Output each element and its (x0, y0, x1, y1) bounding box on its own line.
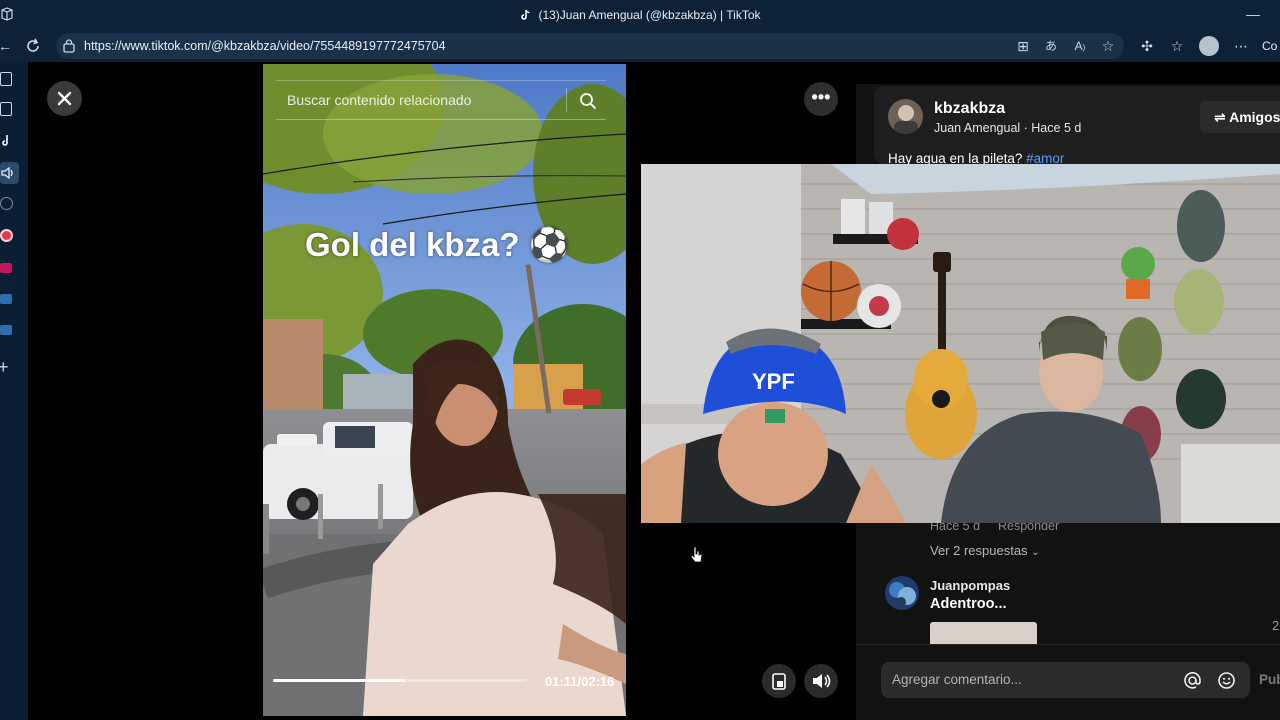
mouse-cursor (690, 546, 704, 564)
friends-button[interactable]: ⇌ Amigos (1200, 101, 1280, 133)
globe-icon[interactable] (0, 197, 13, 210)
comment-text: Adentroo... (930, 596, 1007, 612)
add-sidebar-app-icon[interactable]: + (0, 358, 9, 376)
author-name-date: Juan Amengual · Hace 5 d (934, 121, 1082, 135)
window-title-text: (13)Juan Amengual (@kbzakbza) | TikTok (538, 8, 761, 22)
view-replies-button[interactable]: Ver 2 respuestas ⌄ (930, 543, 1040, 558)
read-aloud-icon[interactable]: A) (1069, 33, 1091, 59)
favorites-icon[interactable]: ☆ (1166, 33, 1188, 59)
media-app-icon[interactable] (0, 263, 12, 273)
chevron-down-icon: ⌄ (1031, 547, 1040, 558)
sidebar-tiktok-icon[interactable] (0, 134, 12, 148)
extensions-icon[interactable]: ✣ (1136, 33, 1158, 59)
comment-like-count: 2 (1272, 618, 1280, 633)
more-menu-icon[interactable]: ⋯ (1230, 33, 1252, 59)
collections-icon[interactable] (0, 102, 12, 116)
video-progress-fill (273, 679, 406, 682)
pip-icon (772, 673, 786, 690)
volume-icon (813, 674, 831, 688)
site-info-icon[interactable] (62, 38, 76, 54)
video-progress-track[interactable] (273, 679, 527, 682)
search-divider (566, 88, 567, 112)
composer-divider (856, 644, 1280, 645)
mention-icon[interactable] (1183, 671, 1202, 690)
comment-input[interactable]: Agregar comentario... (892, 672, 1022, 687)
svg-text:YPF: YPF (752, 369, 795, 394)
video-time: 01:11/02:16 (545, 674, 615, 689)
back-icon[interactable]: ← (0, 33, 16, 59)
sidebar-active-audio-icon[interactable] (0, 162, 19, 184)
refresh-icon[interactable] (24, 37, 42, 55)
app-shortcut-icon[interactable] (0, 294, 12, 304)
video-frame (263, 64, 626, 716)
copilot-button[interactable]: Co (1262, 33, 1277, 59)
author-avatar[interactable] (888, 99, 923, 134)
favorite-star-icon[interactable]: ☆ (1097, 33, 1119, 59)
commenter-avatar[interactable] (885, 576, 919, 610)
video-caption-overlay: Gol del kbza? ⚽ (305, 226, 570, 263)
post-comment-button[interactable]: Pub (1259, 672, 1280, 687)
commenter-username[interactable]: Juanpompas (930, 578, 1010, 593)
author-username[interactable]: kbzakbza (934, 100, 1005, 118)
webcam-frame: YPF (641, 164, 1280, 523)
comment-image-thumbnail[interactable] (930, 622, 1037, 644)
close-video-button[interactable] (47, 81, 82, 116)
app-available-icon[interactable]: ⊞ (1012, 33, 1034, 59)
minimize-button[interactable]: — (1238, 4, 1268, 24)
profile-avatar-icon[interactable] (1199, 36, 1219, 56)
tab-actions-icon[interactable] (0, 72, 12, 86)
more-options-button[interactable]: ••• (804, 82, 838, 116)
translate-icon[interactable]: あ (1040, 33, 1062, 59)
video-player[interactable] (263, 64, 626, 716)
search-icon[interactable] (579, 92, 597, 110)
view-replies-label: Ver 2 respuestas (930, 543, 1028, 558)
pip-button[interactable] (762, 664, 796, 698)
webcam-overlay: YPF (641, 164, 1280, 523)
related-search-input[interactable]: Buscar contenido relacionado (287, 92, 471, 108)
volume-button[interactable] (804, 664, 838, 698)
emoji-icon[interactable] (1217, 671, 1236, 690)
window-title: (13)Juan Amengual (@kbzakbza) | TikTok (0, 0, 1280, 30)
record-icon[interactable] (0, 229, 13, 242)
app-shortcut-icon[interactable] (0, 325, 12, 335)
edge-sidebar (0, 62, 28, 720)
tiktok-icon (521, 9, 531, 20)
close-icon (57, 91, 72, 106)
url-text[interactable]: https://www.tiktok.com/@kbzakbza/video/7… (84, 33, 446, 59)
